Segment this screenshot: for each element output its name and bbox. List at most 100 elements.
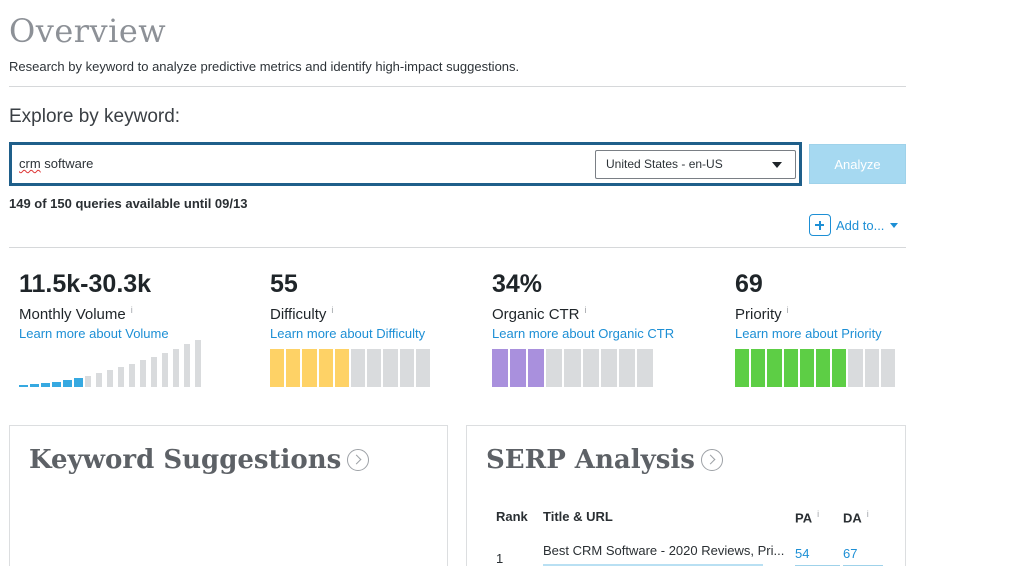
column-header-rank: Rank: [496, 509, 528, 524]
keyword-input-text: software: [40, 156, 94, 171]
volume-bar: [19, 385, 28, 387]
metric-name: Difficulty i: [270, 301, 425, 324]
metric-difficulty: 55 Difficulty i Learn more about Difficul…: [270, 269, 425, 341]
metric-label: Priority: [735, 306, 782, 323]
column-header-pa: PA i: [795, 509, 819, 525]
meter-segment: [318, 349, 333, 387]
locale-select[interactable]: United States - en-US: [595, 150, 796, 179]
meter-segment: [582, 349, 599, 387]
volume-bar: [96, 373, 102, 387]
serp-row-rank: 1: [496, 551, 504, 566]
divider: [9, 86, 906, 87]
plus-icon: [809, 214, 831, 236]
meter-segment: [399, 349, 414, 387]
column-header-label: PA: [795, 510, 813, 526]
keyword-input[interactable]: crm software: [19, 156, 93, 171]
meter-segment: [618, 349, 635, 387]
volume-bar: [118, 367, 124, 387]
metric-organic-ctr: 34% Organic CTR i Learn more about Organi…: [492, 269, 674, 341]
meter-segment: [510, 349, 527, 387]
keyword-search-box: crm software United States - en-US: [9, 142, 802, 186]
add-to-label: Add to...: [836, 217, 885, 233]
meter-segment: [334, 349, 349, 387]
query-quota: 149 of 150 queries available until 09/13: [9, 196, 248, 211]
info-icon[interactable]: i: [867, 509, 869, 519]
meter-segment: [864, 349, 879, 387]
volume-bar-chart: [19, 340, 209, 387]
organic-ctr-meter: [492, 349, 653, 387]
learn-more-volume-link[interactable]: Learn more about Volume: [19, 326, 169, 341]
caret-down-icon: [890, 222, 899, 228]
serp-row-da[interactable]: 67: [843, 546, 857, 561]
metric-label: Difficulty: [270, 306, 327, 323]
info-icon[interactable]: i: [787, 305, 789, 315]
metric-label: Organic CTR: [492, 306, 580, 323]
meter-segment: [751, 349, 766, 387]
info-icon[interactable]: i: [131, 305, 133, 315]
serp-analysis-card: SERP Analysis Rank Title & URL PA i DA i 1…: [466, 425, 906, 566]
priority-meter: [735, 349, 895, 387]
meter-segment: [367, 349, 382, 387]
card-title-text: SERP Analysis: [486, 445, 695, 475]
info-icon[interactable]: i: [817, 509, 819, 519]
learn-more-priority-link[interactable]: Learn more about Priority: [735, 326, 882, 341]
explore-label: Explore by keyword:: [9, 106, 181, 127]
meter-segment: [415, 349, 430, 387]
volume-bar: [184, 344, 190, 387]
metric-value: 34%: [492, 270, 543, 298]
volume-bar: [151, 356, 157, 387]
page-title: Overview: [9, 12, 167, 50]
serp-analysis-title[interactable]: SERP Analysis: [486, 445, 723, 475]
volume-bar: [74, 378, 83, 387]
serp-row-title[interactable]: Best CRM Software - 2020 Reviews, Pri...: [543, 543, 784, 558]
volume-bar: [63, 380, 72, 387]
card-title-text: Keyword Suggestions: [29, 445, 342, 475]
meter-segment: [799, 349, 814, 387]
column-header-label: DA: [843, 510, 862, 526]
learn-more-difficulty-link[interactable]: Learn more about Difficulty: [270, 326, 425, 341]
column-header-title-url: Title & URL: [543, 509, 613, 524]
learn-more-ctr-link[interactable]: Learn more about Organic CTR: [492, 326, 674, 341]
chevron-right-circle-icon[interactable]: [347, 449, 370, 471]
meter-segment: [492, 349, 509, 387]
volume-bar: [107, 370, 113, 387]
keyword-suggestions-title[interactable]: Keyword Suggestions: [29, 445, 370, 475]
meter-segment: [286, 349, 301, 387]
serp-row-pa[interactable]: 54: [795, 546, 809, 561]
volume-bar: [85, 375, 91, 387]
meter-segment: [546, 349, 563, 387]
info-icon[interactable]: i: [585, 305, 587, 315]
metric-monthly-volume: 11.5k-30.3k Monthly Volume i Learn more a…: [19, 269, 169, 341]
meter-segment: [783, 349, 798, 387]
keyword-input-misspelled-word: crm: [19, 156, 41, 171]
add-to-button[interactable]: Add to...: [809, 214, 899, 236]
difficulty-meter: [270, 349, 430, 387]
volume-bar: [129, 363, 135, 387]
column-header-da: DA i: [843, 509, 869, 525]
metric-label: Monthly Volume: [19, 306, 126, 323]
info-icon[interactable]: i: [331, 305, 333, 315]
volume-bar: [162, 352, 168, 387]
volume-bar: [195, 340, 201, 387]
meter-segment: [816, 349, 831, 387]
locale-select-value: United States - en-US: [606, 157, 723, 171]
meter-segment: [636, 349, 653, 387]
metric-priority: 69 Priority i Learn more about Priority: [735, 269, 882, 341]
meter-segment: [383, 349, 398, 387]
volume-bar: [173, 348, 179, 387]
meter-segment: [832, 349, 847, 387]
meter-segment: [735, 349, 750, 387]
meter-segment: [302, 349, 317, 387]
volume-bar: [41, 383, 50, 387]
page-subtitle: Research by keyword to analyze predictiv…: [9, 59, 520, 74]
meter-segment: [270, 349, 285, 387]
meter-segment: [767, 349, 782, 387]
chevron-right-circle-icon[interactable]: [700, 449, 723, 471]
keyword-suggestions-card: Keyword Suggestions: [9, 425, 448, 566]
metric-name: Priority i: [735, 301, 882, 324]
analyze-button[interactable]: Analyze: [809, 144, 906, 184]
metric-name: Organic CTR i: [492, 301, 674, 324]
metric-value: 69: [735, 270, 763, 298]
metric-name: Monthly Volume i: [19, 301, 169, 324]
divider: [9, 247, 906, 248]
